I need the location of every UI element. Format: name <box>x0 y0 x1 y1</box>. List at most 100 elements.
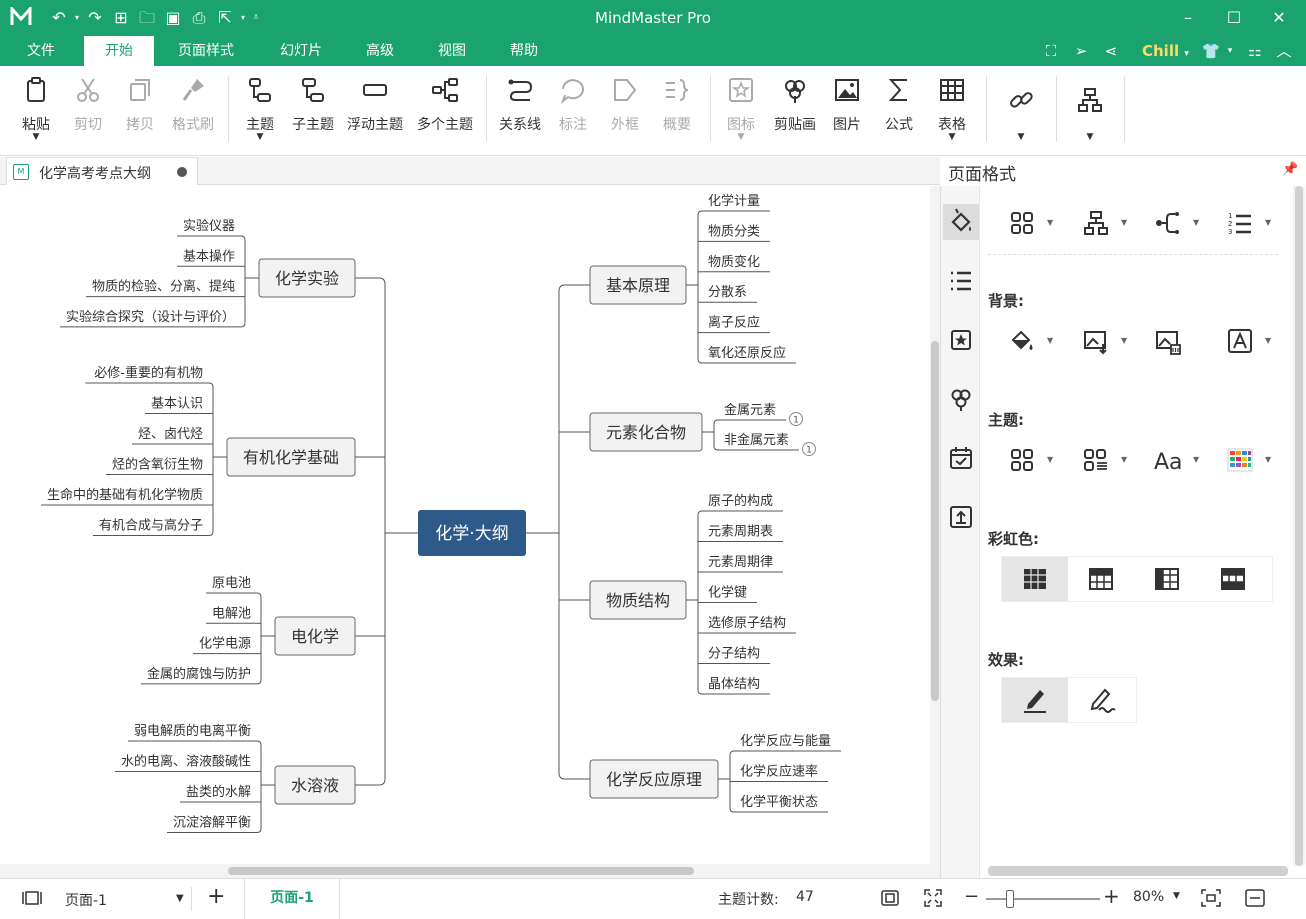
shirt-dropdown-icon[interactable]: ▾ <box>1224 40 1236 62</box>
right-topic-2[interactable]: 元素化合物 <box>589 412 703 452</box>
subtopic[interactable]: 原子的构成 <box>702 493 783 512</box>
background-color-dropdown[interactable]: ▼ <box>1007 326 1061 356</box>
panel-vertical-scrollbar[interactable] <box>1293 186 1305 866</box>
subtopic[interactable]: 金属的腐蚀与防护 <box>141 666 257 685</box>
rainbow-option-3[interactable] <box>1134 557 1200 601</box>
effect-option-hand-drawn[interactable] <box>1069 678 1135 722</box>
tab-file[interactable]: 文件 <box>10 36 72 66</box>
icon-button[interactable]: 图标 ▼ <box>720 66 762 156</box>
zoom-dropdown-icon[interactable]: ▼ <box>1173 891 1180 901</box>
right-topic-4[interactable]: 化学反应原理 <box>589 759 719 799</box>
panel-vertical-scroll-thumb[interactable] <box>1295 186 1303 866</box>
zoom-out-icon[interactable]: − <box>964 886 979 908</box>
fit-view-icon[interactable] <box>1200 888 1222 912</box>
tab-home[interactable]: 开始 <box>84 36 154 66</box>
document-tab[interactable]: M 化学高考考点大纲 <box>6 157 198 185</box>
subtopic[interactable]: 选修原子结构 <box>702 616 796 634</box>
subtopic[interactable]: 分子结构 <box>702 647 770 664</box>
subtopic[interactable]: 化学反应速率 <box>734 764 828 782</box>
subtopic[interactable]: 晶体结构 <box>702 677 770 695</box>
watermark-dropdown[interactable]: ▼ <box>1225 326 1279 356</box>
icon-dropdown-icon[interactable]: ▼ <box>720 132 762 142</box>
subtopic[interactable]: 有机合成与高分子 <box>93 518 209 536</box>
subtopic[interactable]: 非金属元素 <box>718 432 799 451</box>
subtopic-button[interactable]: 子主题 <box>288 66 338 156</box>
theme-font-dropdown[interactable]: Aa ▼ <box>1153 445 1207 475</box>
shirt-icon[interactable]: 👕 <box>1200 40 1222 62</box>
collapsed-count-badge[interactable]: 1 <box>802 442 816 456</box>
subtopic[interactable]: 分散系 <box>702 285 757 303</box>
mindmap-canvas[interactable]: 化学·大纲 化学实验 实验仪器 基本操作 物质的检验、分离、提纯 实验综合探究（设计与评价… <box>0 186 940 878</box>
rainbow-option-4[interactable] <box>1200 557 1266 601</box>
subtopic[interactable]: 元素周期律 <box>702 555 783 573</box>
subtopic[interactable]: 实验综合探究（设计与评价） <box>60 309 241 328</box>
collapse-ribbon-icon[interactable]: ︿ <box>1272 40 1296 62</box>
theme-style-dropdown[interactable]: ▼ <box>1081 445 1135 475</box>
subtopic[interactable]: 实验仪器 <box>177 218 241 237</box>
layout-grid-dropdown[interactable]: ▼ <box>1007 208 1061 238</box>
left-topic-4[interactable]: 水溶液 <box>274 765 356 805</box>
tab-advanced[interactable]: 高级 <box>350 36 410 66</box>
tab-help[interactable]: 帮助 <box>494 36 554 66</box>
effect-option-plain[interactable] <box>1002 678 1068 722</box>
subtopic[interactable]: 基本操作 <box>177 248 241 267</box>
subtopic[interactable]: 化学计量 <box>702 193 770 212</box>
send-icon[interactable]: ➢ <box>1070 40 1092 62</box>
left-topic-3[interactable]: 电化学 <box>274 616 356 656</box>
subtopic[interactable]: 盐类的水解 <box>180 784 257 803</box>
hyperlink-button[interactable]: ▼ <box>1000 66 1042 156</box>
apps-icon[interactable]: ⚏ <box>1244 40 1266 62</box>
clipart-tab[interactable] <box>943 381 979 417</box>
subtopic[interactable]: 弱电解质的电离平衡 <box>128 723 257 742</box>
clipart-button[interactable]: 剪贴画 <box>770 66 820 156</box>
page-format-tab[interactable] <box>943 204 979 240</box>
rainbow-option-2[interactable] <box>1068 557 1134 601</box>
subtopic[interactable]: 化学平衡状态 <box>734 794 828 813</box>
theme-selector[interactable]: Chill ▾ <box>1142 40 1189 65</box>
add-page-icon[interactable]: + <box>207 885 225 909</box>
page-list-icon[interactable] <box>22 888 42 912</box>
rainbow-option-1[interactable] <box>1002 557 1068 601</box>
subtopic[interactable]: 金属元素 <box>718 402 786 421</box>
numbering-dropdown[interactable]: 1 2 3 ▼ <box>1225 208 1279 238</box>
subtopic[interactable]: 必修-重要的有机物 <box>85 365 209 384</box>
table-button[interactable]: 表格 ▼ <box>930 66 974 156</box>
maximize-icon[interactable]: ☐ <box>1219 6 1249 30</box>
multiple-topics-button[interactable]: 多个主题 <box>414 66 476 156</box>
subtopic[interactable]: 烃、卤代烃 <box>132 426 209 445</box>
close-icon[interactable]: ✕ <box>1264 6 1294 30</box>
fullscreen-icon[interactable]: ⛶ <box>1040 40 1062 62</box>
zoom-slider-thumb[interactable] <box>1006 890 1014 908</box>
subtopic[interactable]: 化学反应与能量 <box>734 733 841 752</box>
topic-dropdown-icon[interactable]: ▼ <box>238 132 282 142</box>
vertical-scroll-thumb[interactable] <box>931 341 939 701</box>
subtopic[interactable]: 物质变化 <box>702 254 770 273</box>
subtopic[interactable]: 水的电离、溶液酸碱性 <box>115 754 257 772</box>
tab-slides[interactable]: 幻灯片 <box>266 36 336 66</box>
format-painter-button[interactable]: 格式刷 <box>166 66 220 156</box>
left-topic-1[interactable]: 化学实验 <box>258 258 356 298</box>
boundary-button[interactable]: 外框 <box>604 66 646 156</box>
table-dropdown-icon[interactable]: ▼ <box>930 132 974 142</box>
canvas-vertical-scrollbar[interactable] <box>930 186 940 878</box>
paste-button[interactable]: 粘贴 ▼ <box>14 66 58 156</box>
subtopic[interactable]: 物质的检验、分离、提纯 <box>86 279 241 298</box>
task-tab[interactable] <box>943 440 979 476</box>
formula-button[interactable]: 公式 <box>878 66 920 156</box>
right-topic-3[interactable]: 物质结构 <box>589 580 687 620</box>
tab-page-style[interactable]: 页面样式 <box>166 36 246 66</box>
subtopic[interactable]: 元素周期表 <box>702 525 783 542</box>
collapsed-count-badge[interactable]: 1 <box>789 412 803 426</box>
topic-button[interactable]: 主题 ▼ <box>238 66 282 156</box>
zoom-in-icon[interactable]: + <box>1103 885 1120 907</box>
floating-topic-button[interactable]: 浮动主题 <box>344 66 406 156</box>
horizontal-scroll-thumb[interactable] <box>228 867 694 875</box>
subtopic[interactable]: 离子反应 <box>702 315 770 334</box>
subtopic[interactable]: 原电池 <box>206 576 257 594</box>
theme-color-dropdown[interactable]: ▼ <box>1225 445 1279 475</box>
background-image-dropdown[interactable]: ▼ <box>1081 326 1135 356</box>
panel-horizontal-scrollbar[interactable] <box>988 866 1288 876</box>
remove-background-image-button[interactable] <box>1153 326 1207 356</box>
callout-button[interactable]: 标注 <box>552 66 594 156</box>
fullscreen-icon[interactable] <box>923 888 943 912</box>
